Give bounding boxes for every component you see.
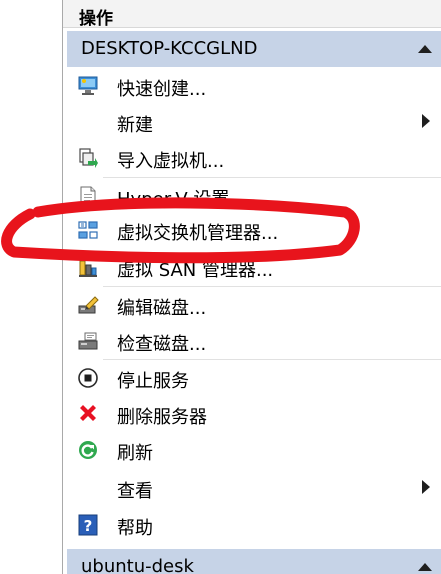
stop-service-icon: [78, 368, 98, 388]
refresh-icon: [79, 441, 97, 459]
action-label: 帮助: [117, 518, 153, 539]
quick-create-icon: [78, 76, 98, 95]
action-label: 新建: [117, 115, 153, 136]
action-label: 删除服务器: [117, 407, 207, 428]
action-new[interactable]: 新建: [67, 104, 441, 140]
action-refresh[interactable]: 刷新: [67, 432, 441, 468]
action-quick-create[interactable]: 快速创建...: [67, 68, 441, 104]
action-hyperv-settings[interactable]: Hyper-V 设置...: [67, 178, 441, 214]
actions-pane: 操作 DESKTOP-KCCGLND 快速创建... 新建 导入虚拟机... H…: [62, 0, 441, 574]
section-header-ubuntu[interactable]: ubuntu-desk: [67, 549, 441, 574]
action-virtual-switch-manager[interactable]: 虚拟交换机管理器...: [67, 212, 441, 248]
action-label: 查看: [117, 481, 153, 502]
submenu-arrow-icon: [422, 480, 430, 494]
action-label: 虚拟 SAN 管理器...: [117, 260, 274, 281]
action-label: 刷新: [117, 443, 153, 464]
action-label: 编辑磁盘...: [117, 298, 207, 319]
action-edit-disk[interactable]: 编辑磁盘...: [67, 287, 441, 323]
edit-disk-icon: [78, 296, 99, 314]
action-label: 检查磁盘...: [117, 334, 207, 355]
actions-pane-title-text: 操作: [79, 9, 113, 29]
action-virtual-san-manager[interactable]: 虚拟 SAN 管理器...: [67, 249, 441, 285]
svg-text:?: ?: [84, 517, 93, 535]
collapse-caret-icon[interactable]: [418, 563, 432, 571]
actions-pane-title: 操作: [63, 0, 441, 29]
section-header-label: DESKTOP-KCCGLND: [81, 38, 258, 59]
san-manager-icon: [79, 260, 97, 277]
help-icon: ?: [78, 514, 98, 536]
action-inspect-disk[interactable]: 检查磁盘...: [67, 323, 441, 359]
section-header-desktop[interactable]: DESKTOP-KCCGLND: [67, 31, 441, 67]
action-view[interactable]: 查看: [67, 470, 441, 506]
settings-document-icon: [80, 186, 96, 206]
import-vm-icon: [79, 148, 98, 168]
action-label: 停止服务: [117, 371, 189, 392]
section-header-label: ubuntu-desk: [81, 556, 194, 574]
action-help[interactable]: ? 帮助: [67, 507, 441, 543]
submenu-arrow-icon: [422, 114, 430, 128]
action-label: 导入虚拟机...: [117, 151, 225, 172]
action-label: 虚拟交换机管理器...: [117, 223, 279, 244]
inspect-disk-icon: [78, 332, 98, 350]
remove-server-icon: [80, 405, 96, 421]
action-remove-server[interactable]: 删除服务器: [67, 396, 441, 432]
action-label: 快速创建...: [117, 79, 207, 100]
action-import-vm[interactable]: 导入虚拟机...: [67, 140, 441, 176]
action-label: Hyper-V 设置...: [117, 189, 247, 210]
virtual-switch-icon: [78, 221, 98, 239]
left-pane-edge: [0, 0, 62, 574]
action-stop-service[interactable]: 停止服务: [67, 360, 441, 396]
hyperv-actions-window: 操作 DESKTOP-KCCGLND 快速创建... 新建 导入虚拟机... H…: [0, 0, 441, 574]
collapse-caret-icon[interactable]: [418, 45, 432, 53]
